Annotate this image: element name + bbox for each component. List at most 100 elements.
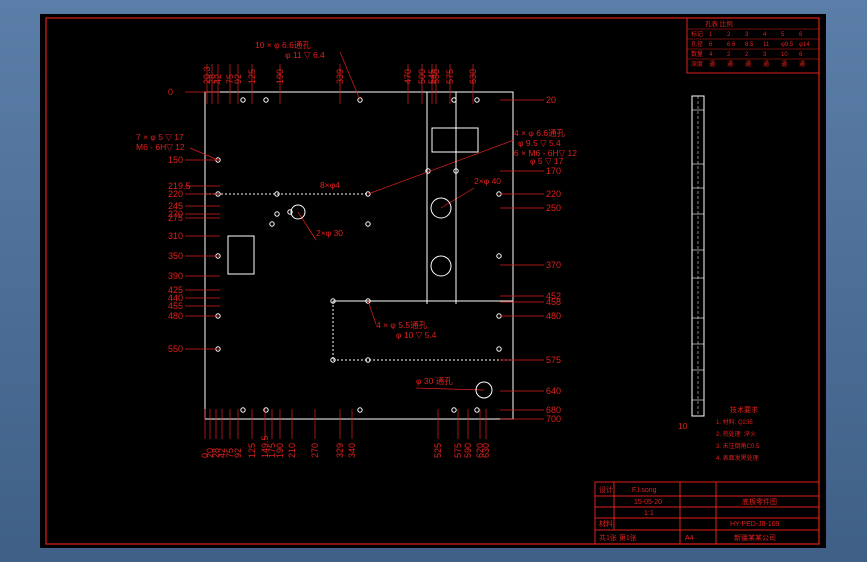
top-dim-label: 42 bbox=[213, 74, 223, 84]
hole-table-cell: φ9.5 bbox=[781, 42, 794, 48]
right-dim-label: 575 bbox=[546, 355, 561, 365]
hole bbox=[263, 407, 269, 413]
cad-viewport[interactable]: 20.3 28 42 75 92 125 190 339 470 500 545 550 575 630 … bbox=[0, 0, 867, 562]
hole-table-cell: 通 bbox=[781, 60, 787, 68]
bottom-dim-label: 340 bbox=[347, 443, 357, 458]
plate-outline bbox=[204, 91, 514, 420]
side-view-details bbox=[692, 96, 704, 416]
notes-title: 技术要求 bbox=[730, 405, 758, 414]
hole-table-cell: 通 bbox=[709, 60, 715, 68]
tb-title: 底板零件图 bbox=[742, 497, 777, 506]
callout-text: φ 30 通孔 bbox=[416, 376, 453, 386]
hole bbox=[269, 221, 275, 227]
hole bbox=[496, 253, 502, 259]
callout-text: φ 9.5 ▽ 5.4 bbox=[518, 138, 561, 148]
hole-table-title: 孔表 比例 bbox=[705, 19, 733, 28]
tb-company: 新疆某某公司 bbox=[734, 533, 776, 542]
top-dim-label: 575 bbox=[445, 69, 455, 84]
bottom-dim-label: 575 bbox=[453, 443, 463, 458]
hole-table: 孔表 比例 标记 1 2 3 4 5 6 孔径 6 6.6 8.5 11 φ9.5 φ14 数量 4 2 2 3 10… bbox=[686, 17, 820, 74]
bottom-dim-label: 329 bbox=[335, 443, 345, 458]
left-dim-label: 480 bbox=[168, 311, 183, 321]
bottom-dim-label: 630 bbox=[481, 443, 491, 458]
leader-line bbox=[297, 211, 317, 241]
right-dim-label: 250 bbox=[546, 203, 561, 213]
top-dim-label: 92 bbox=[233, 74, 243, 84]
hole-table-cell: 8.5 bbox=[745, 42, 754, 48]
callout-text: 2×φ 30 bbox=[316, 228, 343, 238]
hole-table-cell: 6.6 bbox=[727, 42, 736, 48]
note-line: 3. 未注倒角C0.5 bbox=[716, 442, 760, 450]
bottom-dim-label: 590 bbox=[463, 443, 473, 458]
hole-table-cell: 3 bbox=[745, 32, 749, 38]
leader-line bbox=[189, 147, 219, 161]
hole-group bbox=[205, 97, 513, 413]
hole-table-cell: 深度 bbox=[691, 60, 703, 68]
bottom-dimensions: 02028427592 125 149.5175190 210 270 329 340 525… bbox=[200, 435, 491, 458]
hole bbox=[274, 211, 280, 217]
callout-text: 10 bbox=[678, 421, 688, 431]
top-dim-label: 550 bbox=[431, 69, 441, 84]
note-line: 1. 材料: Q235 bbox=[716, 418, 753, 426]
right-dim-label: 20 bbox=[546, 95, 556, 105]
hole-table-cell: 3 bbox=[763, 52, 767, 58]
hole-table-cell: 通 bbox=[763, 60, 769, 68]
hole bbox=[365, 221, 371, 227]
drawing-sheet: 20.32842 7592 125 190 339 470 500 545550 575 630 … bbox=[45, 17, 820, 545]
note-line: 2. 热处理: 淬火 bbox=[716, 430, 756, 438]
right-dim-label: 170 bbox=[546, 166, 561, 176]
leader-line bbox=[367, 300, 377, 325]
hole-table-cell: 数量 bbox=[691, 50, 703, 58]
bottom-dim-label: 190 bbox=[275, 443, 285, 458]
right-dim-label: 480 bbox=[546, 311, 561, 321]
right-dim-label: 458 bbox=[546, 297, 561, 307]
hole-table-cell: φ14 bbox=[799, 42, 810, 48]
hole-table-cell: 通 bbox=[727, 60, 733, 68]
top-dim-label: 630 bbox=[468, 69, 478, 84]
dimension-lines bbox=[185, 64, 544, 439]
hole-table-cell: 1 bbox=[709, 32, 713, 38]
top-dim-label: 190 bbox=[275, 69, 285, 84]
hole-table-cell: 4 bbox=[763, 32, 767, 38]
hole-table-cell: 标记 bbox=[691, 30, 703, 38]
top-dim-label: 470 bbox=[403, 69, 413, 84]
left-dimensions: 0150219.52202452702753103503904254404554… bbox=[168, 87, 191, 354]
hole-table-cell: 2 bbox=[727, 32, 731, 38]
tb-footer-left: 共1张 第1张 bbox=[599, 533, 637, 542]
bottom-dim-label: 210 bbox=[287, 443, 297, 458]
top-dim-label: 339 bbox=[335, 69, 345, 84]
callout-text: φ 5 ▽ 17 bbox=[530, 156, 564, 166]
hole-table-cell: 通 bbox=[799, 60, 805, 68]
top-dim-label: 500 bbox=[417, 69, 427, 84]
hole-table-cell: 2 bbox=[745, 52, 749, 58]
hole-table-cell: 5 bbox=[781, 32, 785, 38]
hole-table-cell: 10 bbox=[781, 52, 788, 58]
callout-text: 10 × φ 6.6通孔 bbox=[255, 40, 311, 50]
hole bbox=[240, 97, 246, 103]
slot-upper-right bbox=[431, 127, 479, 153]
right-dim-label: 700 bbox=[546, 414, 561, 424]
callout-text: 4 × φ 6.6通孔 bbox=[514, 128, 566, 138]
tb-designer-label: 设计 bbox=[599, 485, 613, 494]
left-dim-label: 455 bbox=[168, 301, 183, 311]
leader-line bbox=[415, 387, 485, 391]
leader-line bbox=[440, 187, 475, 209]
left-dim-label: 220 bbox=[168, 189, 183, 199]
large-hole-lower bbox=[430, 255, 452, 277]
tb-scale: 1:1 bbox=[644, 510, 654, 517]
left-dim-label: 0 bbox=[168, 87, 173, 97]
callouts: 10 × φ 6.6通孔φ 11 ▽ 6.4 7 × φ 5 ▽ 17M6 - 6… bbox=[136, 40, 688, 431]
hole-table-cell: 11 bbox=[763, 42, 770, 48]
top-dimensions: 20.32842 7592 125 190 339 470 500 545550 575 630 bbox=[202, 66, 478, 84]
hole bbox=[263, 97, 269, 103]
hole-table-cell: 6 bbox=[799, 52, 803, 58]
tb-drawing-no: HY-PED-J8-109 bbox=[730, 521, 780, 528]
left-dim-label: 550 bbox=[168, 344, 183, 354]
hole-table-cell: 4 bbox=[709, 52, 713, 58]
tb-date: 15-05-20 bbox=[634, 499, 662, 506]
bottom-dim-label: 270 bbox=[310, 443, 320, 458]
left-dim-label: 310 bbox=[168, 231, 183, 241]
drawing-canvas[interactable]: 20.3 28 42 75 92 125 190 339 470 500 545 550 575 630 … bbox=[40, 14, 826, 548]
tb-designer: F.I.song bbox=[632, 487, 657, 494]
bottom-dim-label: 125 bbox=[247, 443, 257, 458]
